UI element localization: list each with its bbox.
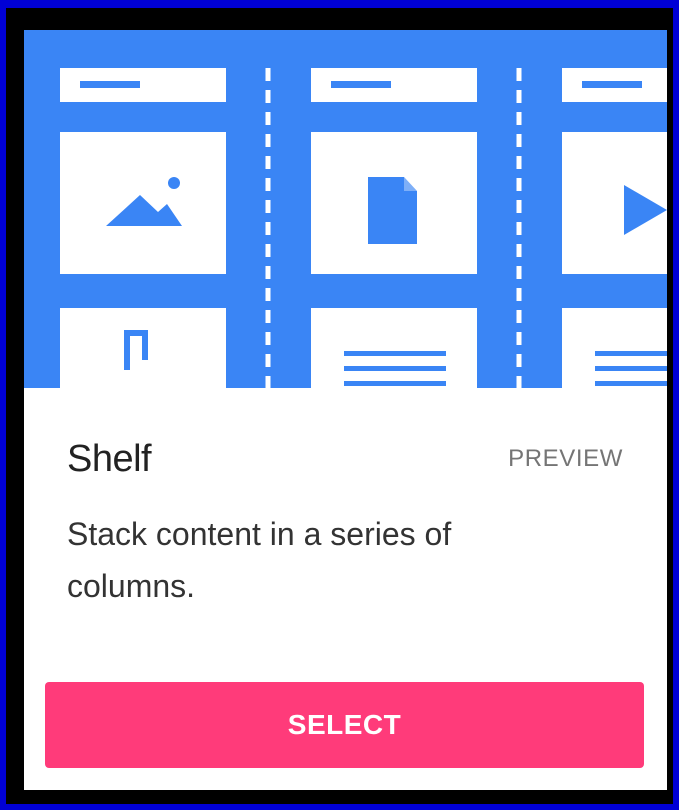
shelf-layout-illustration	[24, 30, 667, 388]
card-title: Shelf	[67, 438, 152, 480]
document-icon	[368, 177, 417, 244]
card-description: Stack content in a series of columns.	[67, 516, 452, 604]
preview-link[interactable]: PREVIEW	[508, 445, 623, 473]
select-button[interactable]: SELECT	[45, 682, 644, 768]
layout-card: Shelf PREVIEW Stack content in a series …	[24, 30, 667, 790]
column-3-tile-text	[562, 308, 667, 388]
column-2-tile-text	[311, 308, 477, 388]
